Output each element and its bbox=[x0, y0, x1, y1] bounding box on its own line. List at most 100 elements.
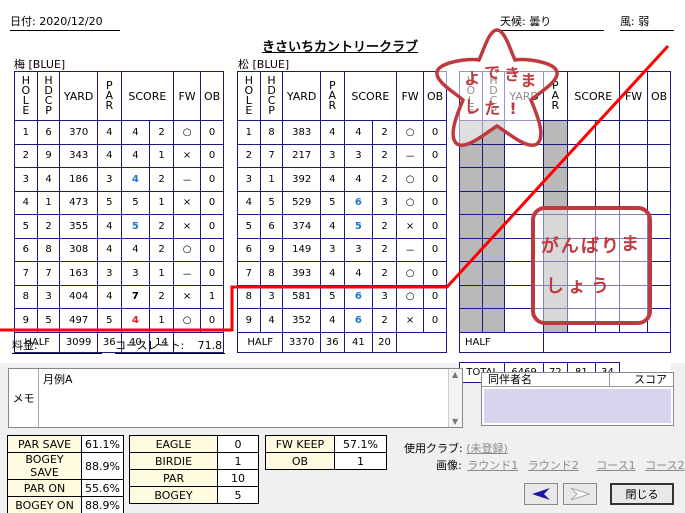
stat-value: 88.9% bbox=[81, 452, 124, 480]
companions-list[interactable]: 同伴者名 スコア bbox=[481, 372, 674, 426]
empty-cell bbox=[542, 143, 568, 168]
hole-hdcp: 8 bbox=[259, 261, 284, 286]
scroll-up-icon[interactable]: ▲ bbox=[452, 370, 458, 379]
empty-cell bbox=[647, 120, 671, 145]
empty-cell bbox=[504, 120, 544, 145]
empty-cell bbox=[595, 143, 620, 168]
hole-fw: ○ bbox=[395, 167, 425, 192]
image-link-course2[interactable]: コース2 bbox=[645, 459, 684, 472]
companion-name-header[interactable]: 同伴者名 bbox=[482, 373, 610, 386]
hole-par: 4 bbox=[319, 120, 345, 145]
hole-row: 4 1 473 5 5 1 × 0 bbox=[14, 190, 224, 215]
hole-number: 5 bbox=[14, 214, 38, 239]
hole-row: 6 9 149 3 3 2 － 0 bbox=[237, 237, 447, 262]
hole-par: 4 bbox=[96, 214, 122, 239]
hole-number: 5 bbox=[237, 214, 261, 239]
half-yard: 3370 bbox=[282, 331, 321, 353]
course2-tee-label: 松 [BLUE] bbox=[238, 58, 290, 71]
hole-hdcp: 6 bbox=[36, 120, 61, 145]
hole-ob: 0 bbox=[200, 143, 224, 168]
empty-cell bbox=[595, 308, 620, 333]
companions-body[interactable] bbox=[484, 389, 671, 423]
hole-hdcp: 8 bbox=[36, 237, 61, 262]
clubs-link[interactable]: (未登録) bbox=[466, 442, 508, 455]
hole-par: 4 bbox=[319, 261, 345, 286]
hole-hdcp: 8 bbox=[259, 120, 284, 145]
image-link-round2[interactable]: ラウンド2 bbox=[528, 459, 579, 472]
hole-score: 5 bbox=[343, 214, 374, 239]
hole-number: 9 bbox=[237, 308, 261, 333]
empty-cell bbox=[566, 214, 597, 239]
stat-row: BOGEY SAVE 88.9% bbox=[6, 452, 124, 480]
empty-cell bbox=[618, 190, 649, 215]
memo-area[interactable]: メモ 月例A ▲ ▼ bbox=[8, 368, 463, 428]
half-label: HALF bbox=[459, 331, 544, 353]
empty-cell bbox=[618, 214, 649, 239]
empty-cell bbox=[504, 237, 544, 262]
empty-cell bbox=[647, 143, 671, 168]
empty-cell bbox=[647, 190, 671, 215]
hole-hdcp: 5 bbox=[36, 308, 61, 333]
companion-score-header[interactable]: スコア bbox=[610, 373, 673, 386]
empty-cell bbox=[566, 120, 597, 145]
memo-scrollbar[interactable]: ▲ ▼ bbox=[448, 369, 462, 427]
hole-hdcp: 4 bbox=[259, 308, 284, 333]
close-button[interactable]: 閉じる bbox=[610, 483, 674, 505]
course2-table: HOLE HDCP YARD PAR SCORE FW OB 1 8 383 4 4 2 ○… bbox=[236, 71, 448, 353]
hole-score: 6 bbox=[343, 284, 374, 309]
hole-row bbox=[459, 214, 671, 239]
half-row: HALF bbox=[459, 331, 672, 353]
stat-value: 5 bbox=[217, 486, 259, 504]
hole-number: 4 bbox=[14, 190, 38, 215]
hole-header: HOLE bbox=[14, 71, 38, 121]
stat-value: 10 bbox=[217, 469, 259, 487]
hole-ob: 0 bbox=[423, 237, 447, 262]
score-header: SCORE bbox=[343, 71, 397, 121]
hole-number: 2 bbox=[237, 143, 261, 168]
hole-par: 3 bbox=[319, 143, 345, 168]
image-link-round1[interactable]: ラウンド1 bbox=[467, 459, 518, 472]
stat-label: PAR ON bbox=[6, 479, 83, 497]
scroll-down-icon[interactable]: ▼ bbox=[452, 417, 458, 426]
hole-hdcp: 6 bbox=[259, 214, 284, 239]
hole-number: 7 bbox=[237, 261, 261, 286]
memo-text[interactable]: 月例A bbox=[43, 371, 73, 387]
score-header: SCORE bbox=[120, 71, 174, 121]
prev-button[interactable] bbox=[524, 483, 558, 505]
hole-row bbox=[459, 237, 671, 262]
next-button[interactable] bbox=[563, 483, 597, 505]
wind: 風: 弱 bbox=[620, 13, 674, 31]
hole-ob: 0 bbox=[200, 237, 224, 262]
hole-par: 5 bbox=[96, 190, 122, 215]
hole-score: 4 bbox=[120, 308, 151, 333]
hole-row bbox=[459, 308, 671, 333]
half-row: HALF 3370 36 41 20 bbox=[236, 331, 448, 353]
hole-yard: 393 bbox=[282, 261, 321, 286]
empty-cell bbox=[542, 331, 672, 353]
fw-header: FW bbox=[395, 71, 425, 121]
hole-putts: 2 bbox=[149, 120, 174, 145]
hole-fw: × bbox=[172, 284, 202, 309]
empty-cell bbox=[595, 167, 620, 192]
hole-par: 4 bbox=[96, 143, 122, 168]
hdcp-header: HDCP bbox=[481, 71, 506, 121]
scorecard: 日付: 2020/12/20 天候: 曇り 風: 弱 きさいちカントリークラブ … bbox=[0, 0, 685, 383]
hole-fw: － bbox=[395, 237, 425, 262]
companions-header: 同伴者名 スコア bbox=[482, 373, 673, 387]
hole-row: 1 8 383 4 4 2 ○ 0 bbox=[237, 120, 447, 145]
hole-ob: 0 bbox=[423, 167, 447, 192]
hole-fw: ○ bbox=[172, 308, 202, 333]
par-header: PAR bbox=[96, 71, 122, 121]
empty-cell bbox=[566, 284, 597, 309]
hole-number: 2 bbox=[14, 143, 38, 168]
hole-ob: 0 bbox=[200, 167, 224, 192]
hole-par: 4 bbox=[96, 284, 122, 309]
hole-putts: 2 bbox=[372, 237, 397, 262]
hole-score: 4 bbox=[343, 261, 374, 286]
stat-value: 0 bbox=[217, 435, 259, 453]
hole-ob: 0 bbox=[423, 284, 447, 309]
hole-ob: 0 bbox=[423, 308, 447, 333]
empty-cell bbox=[647, 284, 671, 309]
empty-cell bbox=[504, 284, 544, 309]
image-link-course1[interactable]: コース1 bbox=[596, 459, 635, 472]
